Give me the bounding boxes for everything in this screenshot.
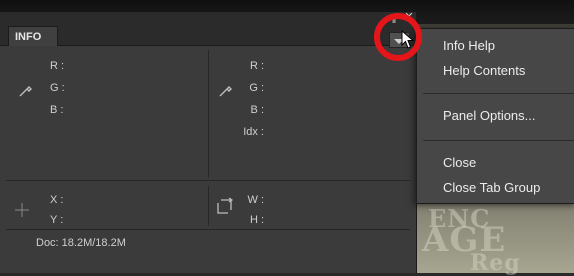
photo-text-3: Reg <box>470 250 521 276</box>
right-idx-label: Idx : <box>243 126 264 138</box>
menu-separator <box>423 140 574 141</box>
right-g-label: G : <box>249 82 264 94</box>
position-section-divider <box>208 186 209 226</box>
doc-size-status: Doc: 18.2M/18.2M <box>36 237 126 249</box>
panel-flyout-menu: Info Help Help Contents Panel Options...… <box>416 28 574 204</box>
left-g-label: G : <box>50 82 65 94</box>
left-r-label: R : <box>50 60 65 72</box>
menu-item-panel-options[interactable]: Panel Options... <box>443 108 536 123</box>
w-label: W : <box>247 194 265 206</box>
color-section-divider <box>208 50 209 178</box>
panel-header <box>0 12 416 46</box>
menu-item-close[interactable]: Close <box>443 155 476 170</box>
menu-separator <box>423 93 574 94</box>
section-divider <box>6 229 410 230</box>
h-label: H : <box>249 214 264 226</box>
section-divider <box>6 180 410 181</box>
right-b-label: B : <box>250 104 264 116</box>
left-b-label: B : <box>50 104 64 116</box>
eyedropper-icon <box>19 86 32 97</box>
menu-item-info-help[interactable]: Info Help <box>443 38 495 53</box>
tab-info[interactable]: INFO <box>8 26 58 46</box>
x-label: X : <box>50 194 64 206</box>
mouse-cursor-icon <box>401 30 415 49</box>
right-r-label: R : <box>249 60 264 72</box>
menu-item-help-contents[interactable]: Help Contents <box>443 63 525 78</box>
menu-item-close-tab-group[interactable]: Close Tab Group <box>443 180 540 195</box>
y-label: Y : <box>50 214 64 226</box>
crosshair-icon <box>15 203 29 217</box>
